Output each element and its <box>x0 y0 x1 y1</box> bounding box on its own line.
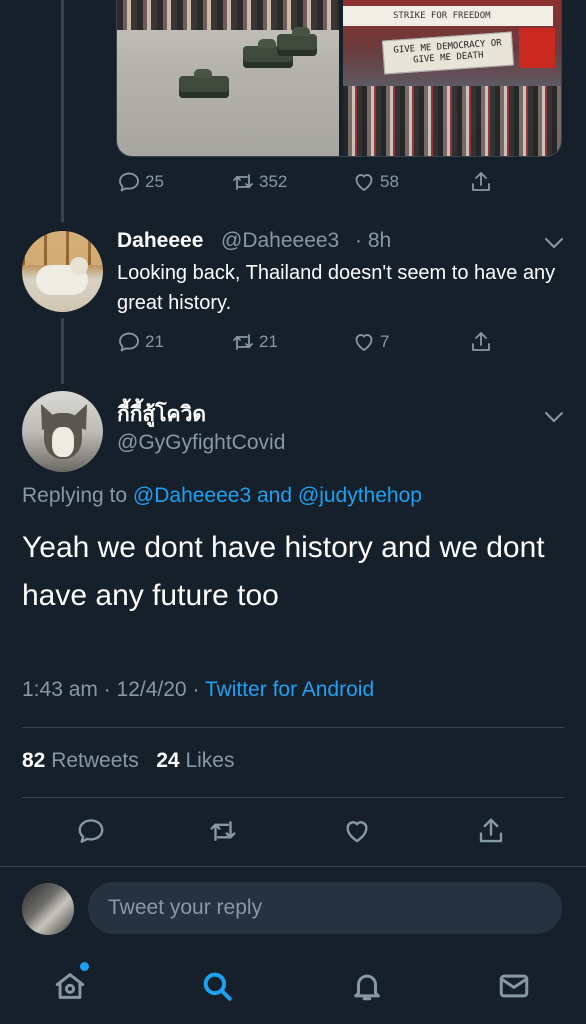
tweet-more-button[interactable] <box>543 410 565 424</box>
likes-count: 24 <box>156 749 180 772</box>
tweet-meta: 1:43 am · 12/4/20 · Twitter for Android <box>22 678 374 702</box>
share-icon <box>479 818 503 843</box>
retweets-label: Retweets <box>45 749 139 772</box>
retweet-action[interactable]: 21 <box>231 330 278 354</box>
avatar[interactable] <box>22 391 103 472</box>
retweet-icon <box>210 821 236 841</box>
tank-3 <box>277 27 317 56</box>
avatar-dog-face <box>52 427 74 457</box>
divider <box>22 797 564 798</box>
likes-label: Likes <box>179 749 235 772</box>
retweet-icon <box>233 174 253 190</box>
messages-icon <box>499 974 529 998</box>
reply-count: 25 <box>145 172 164 191</box>
retweets-count: 82 <box>22 749 46 772</box>
mention-link[interactable]: @judythehop <box>298 484 422 507</box>
share-action[interactable] <box>469 170 493 194</box>
share-action[interactable] <box>469 330 493 354</box>
share-button[interactable] <box>476 816 506 846</box>
reply-count: 21 <box>145 332 164 351</box>
tweet-text: Yeah we dont have history and we dont ha… <box>22 531 545 612</box>
retweets-stat[interactable]: 82 Retweets <box>22 749 139 772</box>
notifications-icon <box>354 974 380 1001</box>
reply-action[interactable]: 21 <box>117 330 164 354</box>
retweet-count: 352 <box>259 172 288 191</box>
thread-line-middle <box>61 318 64 384</box>
tweet-stats: 82 Retweets 24 Likes <box>22 749 234 773</box>
retweet-button[interactable] <box>208 816 238 846</box>
crowd-strip <box>117 0 339 30</box>
reply-icon <box>119 172 139 192</box>
tweet-detail-screen: STRIKE FOR FREEDOM GIVE ME DEMOCRACY OR … <box>0 0 586 1024</box>
notification-dot <box>80 962 89 971</box>
heart-icon <box>355 334 373 351</box>
replying-prefix: Replying to <box>22 484 133 507</box>
tab-search[interactable] <box>200 969 234 1003</box>
reply-text: Looking back, Thailand doesn't seem to h… <box>117 262 556 314</box>
media-image-protest[interactable]: STRIKE FOR FREEDOM GIVE ME DEMOCRACY OR … <box>343 0 561 156</box>
thread-line-top <box>61 0 64 222</box>
divider <box>0 866 586 867</box>
avatar[interactable] <box>22 231 103 312</box>
author-name[interactable]: กี้กี้สู้โควิด <box>117 398 206 431</box>
home-icon <box>55 973 85 999</box>
tab-notifications[interactable] <box>350 969 384 1003</box>
reply-input[interactable] <box>88 882 562 934</box>
replying-to: Replying to @Daheeee3 and @judythehop <box>22 484 422 508</box>
avatar-background <box>22 231 103 265</box>
reply-action[interactable]: 25 <box>117 170 164 194</box>
author-handle[interactable]: @GyGyfightCovid <box>117 431 285 455</box>
divider <box>22 727 564 728</box>
chevron-down-icon <box>545 412 563 422</box>
tab-messages[interactable] <box>497 969 531 1003</box>
like-button[interactable] <box>342 816 372 846</box>
reply-icon <box>78 819 104 843</box>
media-image-tanks[interactable] <box>117 0 339 156</box>
protest-crowd <box>343 86 561 156</box>
search-icon <box>203 972 232 1001</box>
reply-more-button[interactable] <box>543 236 565 250</box>
tab-home[interactable] <box>53 969 87 1003</box>
likes-stat[interactable]: 24 Likes <box>156 749 234 772</box>
like-action[interactable]: 58 <box>352 170 399 194</box>
heart-icon <box>346 821 368 843</box>
tank-1 <box>179 69 229 98</box>
like-action[interactable]: 7 <box>352 330 389 354</box>
composer-avatar[interactable] <box>22 883 74 935</box>
tweet-source-link[interactable]: Twitter for Android <box>205 678 374 701</box>
chevron-down-icon <box>545 238 563 248</box>
reply-button[interactable] <box>76 816 106 846</box>
like-count: 58 <box>380 172 399 191</box>
media-left-banner: STRIKE FOR FREEDOM <box>343 6 553 26</box>
mention-link[interactable]: @Daheeee3 <box>133 484 251 507</box>
share-icon <box>472 332 490 351</box>
retweet-count: 21 <box>259 332 278 351</box>
retweet-action[interactable]: 352 <box>231 170 287 194</box>
reply-author-handle[interactable]: @Daheeee3 <box>221 229 339 253</box>
replying-and[interactable]: and <box>251 484 298 507</box>
reply-icon <box>119 332 139 352</box>
media-right-banner: GIVE ME DEMOCRACY OR GIVE ME DEATH <box>381 31 515 75</box>
share-icon <box>472 172 490 191</box>
tweet-timestamp: 1:43 am · 12/4/20 · <box>22 678 205 701</box>
previous-tweet-media[interactable]: STRIKE FOR FREEDOM GIVE ME DEMOCRACY OR … <box>116 0 562 157</box>
retweet-icon <box>233 334 253 350</box>
like-count: 7 <box>380 332 390 351</box>
avatar-sheep-head <box>70 257 88 275</box>
reply-author-name[interactable]: Daheeee <box>117 229 203 253</box>
reply-timestamp: · 8h <box>355 229 392 252</box>
heart-icon <box>355 174 373 191</box>
red-flag <box>519 28 555 68</box>
